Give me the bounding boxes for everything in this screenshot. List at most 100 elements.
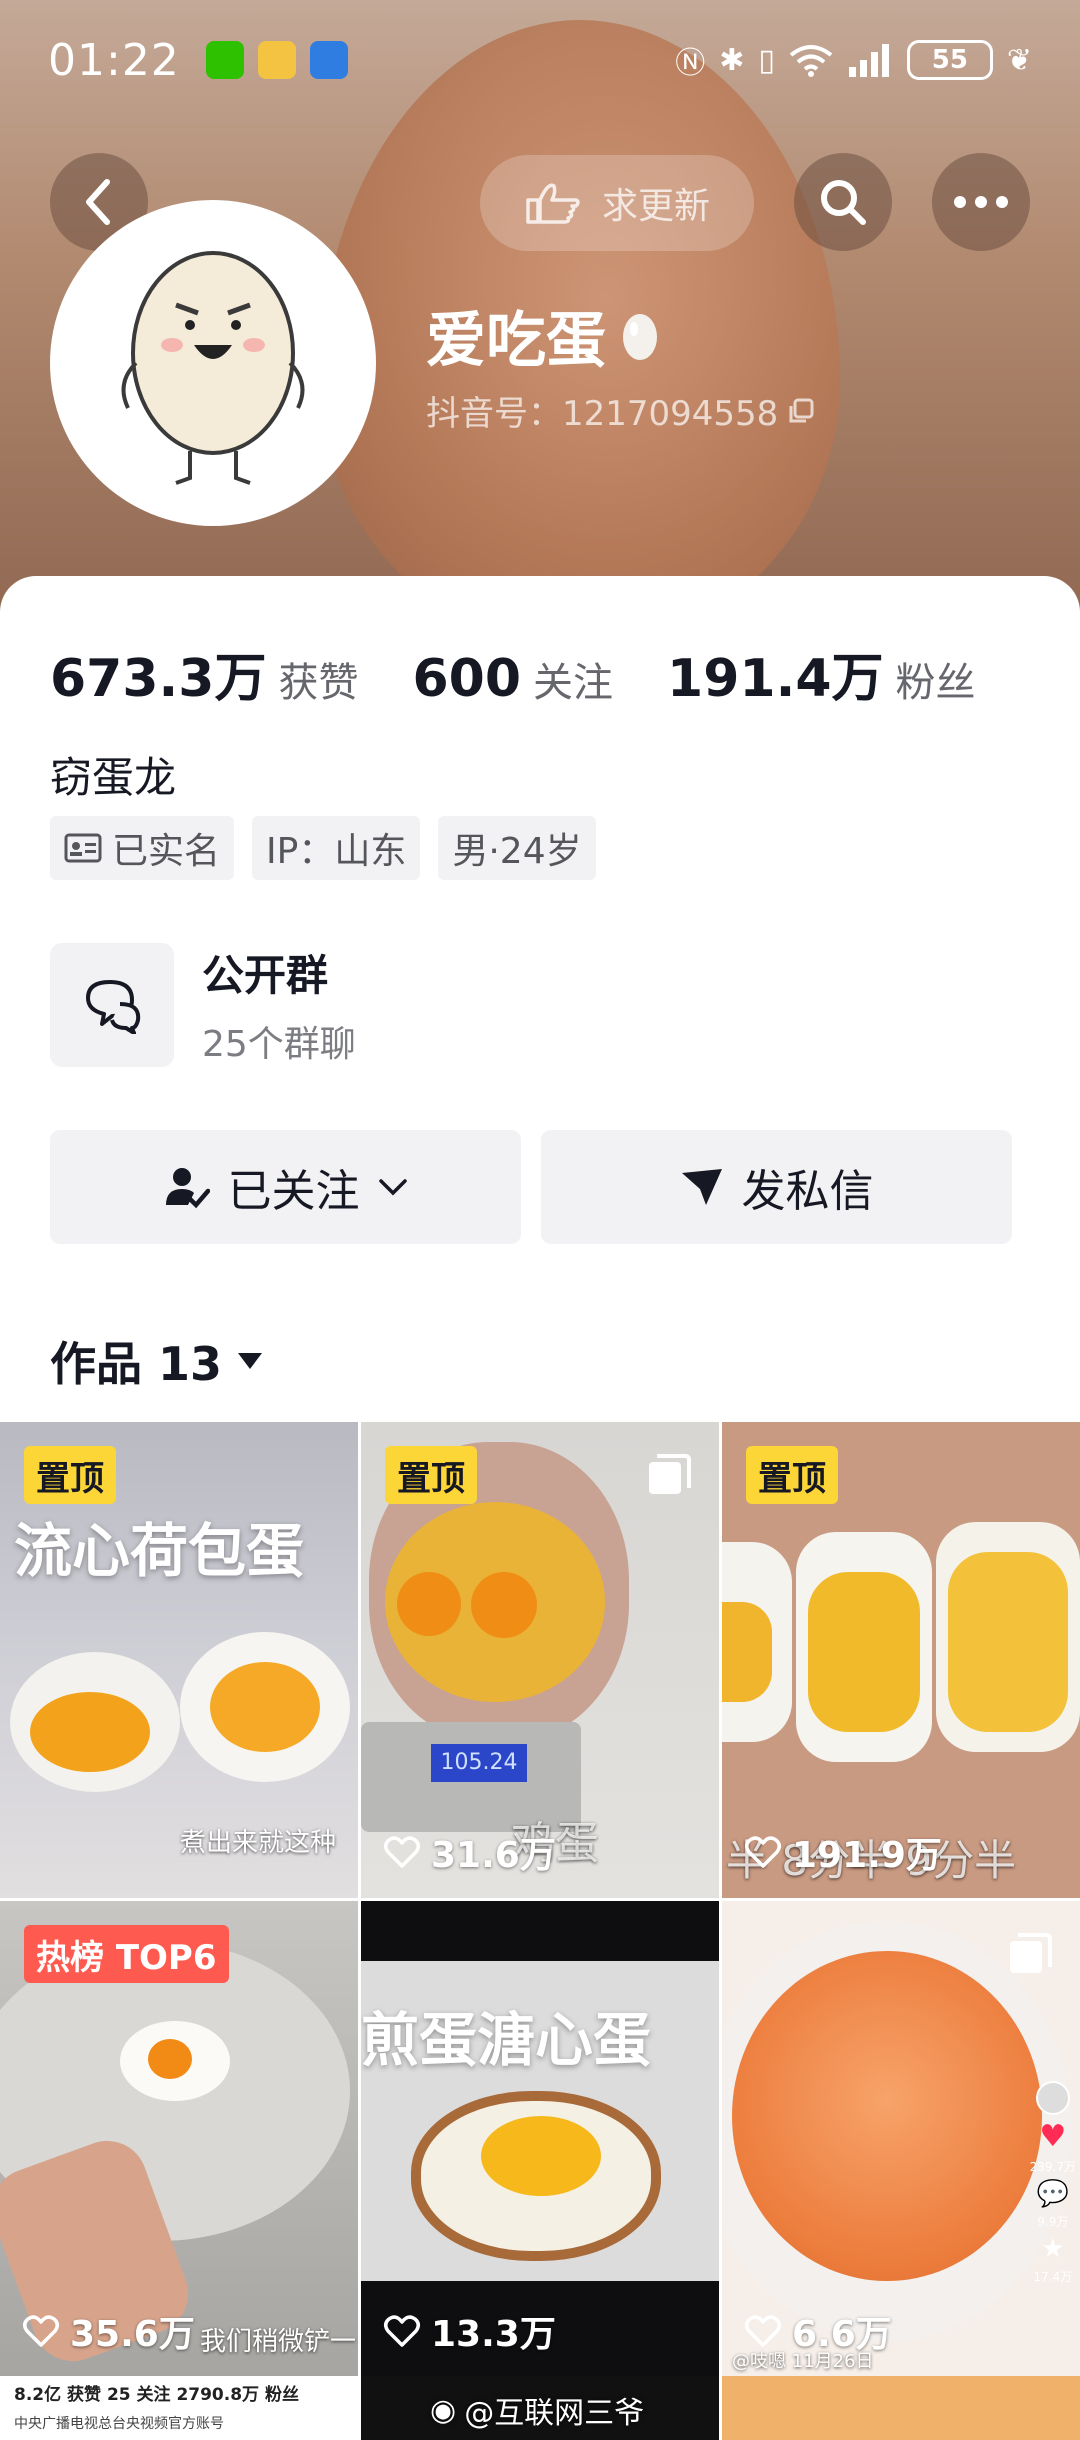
stat-label: 获赞 [278, 660, 359, 706]
chevron-left-icon [86, 179, 110, 225]
like-count: 6.6万 [744, 2305, 892, 2357]
status-indicators: Ⓝ ✱ ▯ 55 ❦ [675, 38, 1032, 82]
avatar[interactable] [50, 200, 376, 526]
group-title: 公开群 [202, 951, 329, 1000]
group-text: 公开群 25个群聊 [202, 942, 356, 1067]
side-action-bar: ♥ 239.7万 💬 9.9万 ★ 17.4万 [1030, 2081, 1076, 2285]
like-count: 31.6万 [383, 1826, 556, 1878]
stat-followers[interactable]: 191.4万 粉丝 [667, 636, 975, 711]
video-tile[interactable]: ♥ 239.7万 💬 9.9万 ★ 17.4万 @吱嗯 11月26日 6.6万 [722, 1901, 1080, 2377]
egg-cartoon-icon [121, 251, 305, 485]
like-count-text: 191.9万 [792, 1835, 942, 1876]
heart-outline-icon [384, 1836, 420, 1868]
vibrate-icon: ▯ [758, 42, 775, 78]
bluetooth-icon: ✱ [719, 42, 745, 78]
stats-row: 673.3万 获赞 600 关注 191.4万 粉丝 [50, 636, 1030, 711]
copy-icon[interactable] [786, 396, 816, 426]
works-tab[interactable]: 作品 13 [50, 1328, 264, 1394]
more-dots-icon [954, 196, 1008, 208]
side-count: 17.4万 [1033, 2270, 1073, 2284]
stat-likes[interactable]: 673.3万 获赞 [50, 636, 358, 711]
like-count-text: 35.6万 [70, 2314, 195, 2355]
user-check-icon [165, 1168, 210, 1209]
tile-caption: 煮出来就这种 [180, 1828, 337, 1858]
egg-emoji-icon [623, 313, 657, 360]
star-icon: ★ [1041, 2234, 1065, 2264]
group-chat-icon-box [50, 942, 174, 1067]
tag-gender-age: 男·24岁 [438, 816, 596, 880]
preview-account-line: 中央广播电视总台央视频官方账号 [14, 2416, 224, 2432]
video-tile[interactable]: 105.24 鸡蛋 置顶 31.6万 [361, 1422, 719, 1898]
send-message-label: 发私信 [741, 1166, 874, 1217]
weibo-icon [257, 41, 296, 79]
like-count-text: 31.6万 [431, 1835, 556, 1876]
group-subtitle: 25个群聊 [202, 1024, 356, 1065]
search-icon [821, 180, 866, 225]
car-app-icon [309, 41, 348, 79]
watermark: ◉ @互联网三爷 [430, 2388, 644, 2432]
profile-nickname: 爱吃蛋 [426, 292, 660, 379]
profile-bio: 窃蛋龙 [50, 753, 177, 802]
tag-ip-location: IP：山东 [252, 816, 421, 880]
nickname-text: 爱吃蛋 [426, 306, 606, 376]
heart-outline-icon [23, 2315, 59, 2347]
public-group-card[interactable]: 公开群 25个群聊 [50, 942, 356, 1067]
search-button[interactable] [794, 153, 892, 251]
tile-overlay-text: 流心荷包蛋 [14, 1517, 305, 1585]
wechat-icon [205, 41, 244, 79]
stat-following[interactable]: 600 关注 [412, 649, 613, 709]
wifi-icon [789, 45, 833, 77]
pinned-badge: 置顶 [24, 1446, 116, 1504]
tag-label: IP：山东 [266, 831, 407, 872]
cell-signal-icon [848, 44, 889, 77]
tag-verified[interactable]: 已实名 [50, 816, 235, 880]
creator-avatar [1035, 2081, 1070, 2115]
send-message-button[interactable]: 发私信 [541, 1130, 1012, 1244]
video-tile[interactable]: 流心荷包蛋 煮出来就这种 置顶 [0, 1422, 358, 1898]
like-count-text: 13.3万 [431, 2314, 556, 2355]
next-row-preview: 8.2亿 获赞 25 关注 2790.8万 粉丝 中央广播电视总台央视频官方账号… [0, 2376, 1080, 2440]
followed-button[interactable]: 已关注 [50, 1130, 521, 1244]
hand-point-icon [526, 183, 580, 224]
notification-icons [205, 41, 348, 79]
like-count: 13.3万 [383, 2305, 556, 2357]
tag-label: 男·24岁 [452, 831, 582, 872]
multi-image-icon [649, 1454, 691, 1494]
stat-label: 关注 [533, 660, 614, 706]
battery-indicator: 55 [906, 40, 993, 80]
douyin-id[interactable]: 抖音号：1217094558 [426, 386, 816, 435]
heart-outline-icon [745, 2315, 781, 2347]
chevron-down-icon [378, 1179, 407, 1196]
heart-outline-icon [745, 1836, 781, 1868]
comment-icon: 💬 [1036, 2179, 1069, 2209]
video-tile[interactable]: 煎蛋溏心蛋 13.3万 [361, 1901, 719, 2377]
preview-tile-text[interactable]: 8.2亿 获赞 25 关注 2790.8万 粉丝 中央广播电视总台央视频官方账号 [14, 2380, 299, 2433]
heart-outline-icon [384, 2315, 420, 2347]
tag-label: 已实名 [112, 831, 221, 872]
heart-filled-icon: ♥ [1039, 2119, 1067, 2154]
status-time: 01:22 [48, 34, 180, 86]
followed-label: 已关注 [227, 1166, 360, 1217]
request-update-label: 求更新 [601, 186, 710, 227]
status-bar: 01:22 Ⓝ ✱ ▯ 55 ❦ [0, 0, 1080, 120]
pinned-badge: 置顶 [385, 1446, 477, 1504]
weibo-logo-icon: ◉ [430, 2392, 457, 2428]
stat-label: 粉丝 [895, 660, 976, 706]
scale-display: 105.24 [431, 1744, 527, 1782]
more-button[interactable] [932, 153, 1030, 251]
side-count: 239.7万 [1029, 2160, 1076, 2174]
video-tile[interactable]: 我们稍微铲一 热榜 TOP6 35.6万 [0, 1901, 358, 2377]
video-tile-preview[interactable] [722, 2376, 1080, 2440]
video-tile[interactable]: 半 8分半 9分半 置顶 191.9万 [722, 1422, 1080, 1898]
stat-value: 600 [412, 649, 522, 709]
tile-caption: 我们稍微铲一 [200, 2327, 357, 2357]
charging-leaf-icon: ❦ [1006, 42, 1032, 78]
stat-value: 673.3万 [50, 649, 267, 709]
hot-rank-badge: 热榜 TOP6 [24, 1925, 229, 1983]
send-icon [681, 1169, 722, 1205]
works-label: 作品 13 [50, 1337, 223, 1391]
like-count: 191.9万 [744, 1826, 942, 1878]
multi-image-icon [1010, 1933, 1052, 1973]
request-update-button[interactable]: 求更新 [480, 155, 754, 251]
action-buttons: 已关注 发私信 [50, 1130, 1012, 1244]
